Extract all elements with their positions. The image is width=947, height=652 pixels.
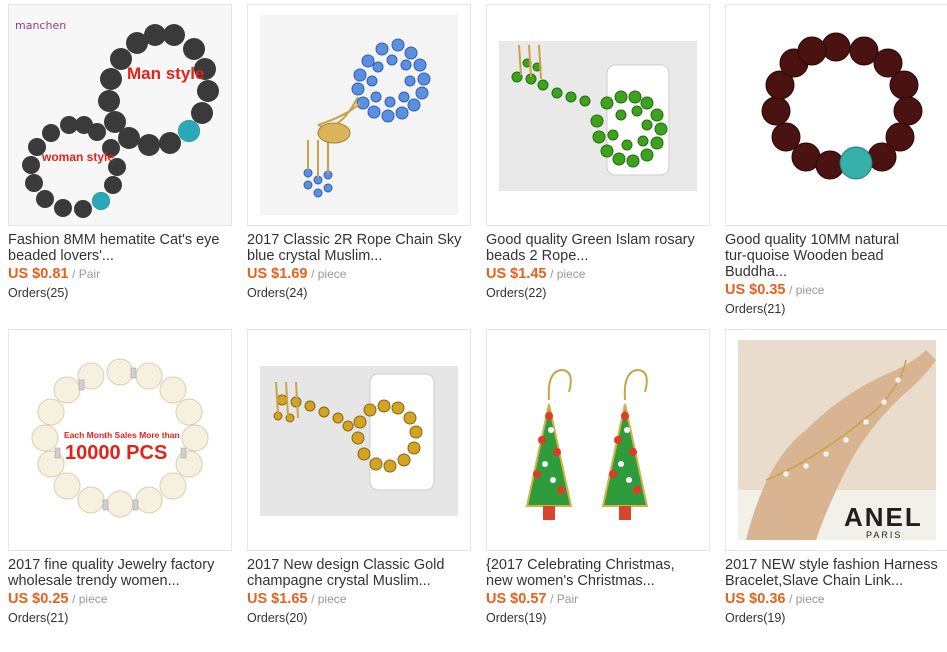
- price: US $1.65: [247, 591, 308, 607]
- orders-count: Orders(20): [247, 611, 308, 625]
- price-row: US $0.25 / piece: [8, 591, 238, 607]
- shop-sign-text: ANEL: [844, 502, 923, 532]
- price-unit: / piece: [789, 283, 825, 297]
- price-unit: / piece: [311, 267, 347, 281]
- product-thumbnail[interactable]: [247, 4, 471, 226]
- price-unit: / piece: [311, 592, 347, 606]
- banner-big-text: 10000 PCS: [65, 442, 168, 464]
- product-image: [499, 41, 697, 191]
- product-thumbnail[interactable]: [725, 4, 947, 226]
- product-title[interactable]: 2017 NEW style fashion Harness Bracelet,S…: [725, 557, 947, 589]
- price: US $0.57: [486, 591, 547, 607]
- product-image: [487, 330, 709, 550]
- price: US $1.45: [486, 266, 547, 282]
- price-row: US $1.69 / piece: [247, 266, 477, 282]
- price-row: US $1.65 / piece: [247, 591, 477, 607]
- price-unit: / piece: [789, 592, 825, 606]
- product-image: [9, 5, 231, 225]
- orders-count: Orders(19): [725, 611, 786, 625]
- product-thumbnail[interactable]: Each Month Sales More than 10000 PCS: [8, 329, 232, 551]
- price: US $0.81: [8, 266, 69, 282]
- product-title[interactable]: Good quality 10MM natural tur-quoise Wood…: [725, 232, 947, 280]
- product-image: [726, 5, 947, 225]
- price-row: US $0.35 / piece: [725, 282, 947, 298]
- product-image: [9, 330, 231, 550]
- shop-sign-subtext: PARIS: [866, 530, 903, 540]
- shop-logo-text: manchen: [15, 19, 67, 32]
- product-title[interactable]: 2017 New design Classic Gold champagne cr…: [247, 557, 477, 589]
- image-label-man: Man style: [127, 64, 205, 83]
- price-row: US $1.45 / piece: [486, 266, 716, 282]
- orders-count: Orders(19): [486, 611, 547, 625]
- product-thumbnail[interactable]: [486, 4, 710, 226]
- product-thumbnail[interactable]: [486, 329, 710, 551]
- product-title[interactable]: {2017 Celebrating Christmas, new women's …: [486, 557, 716, 589]
- price-row: US $0.36 / piece: [725, 591, 947, 607]
- product-title[interactable]: Fashion 8MM hematite Cat's eye beaded lov…: [8, 232, 238, 264]
- product-title[interactable]: 2017 fine quality Jewelry factory wholesa…: [8, 557, 238, 589]
- orders-count: Orders(21): [725, 302, 786, 316]
- product-thumbnail[interactable]: [247, 329, 471, 551]
- price-unit: / Pair: [72, 267, 101, 281]
- orders-count: Orders(24): [247, 286, 308, 300]
- price: US $0.35: [725, 282, 786, 298]
- orders-count: Orders(25): [8, 286, 69, 300]
- product-image: [260, 15, 458, 215]
- product-title[interactable]: Good quality Green Islam rosary beads 2 R…: [486, 232, 716, 264]
- price-row: US $0.57 / Pair: [486, 591, 716, 607]
- product-thumbnail[interactable]: manchen Man style woman style: [8, 4, 232, 226]
- price: US $0.25: [8, 591, 69, 607]
- product-thumbnail[interactable]: ANEL PARIS: [725, 329, 947, 551]
- price-unit: / piece: [72, 592, 108, 606]
- product-image: [260, 366, 458, 516]
- banner-small-text: Each Month Sales More than: [64, 430, 180, 440]
- price: US $1.69: [247, 266, 308, 282]
- product-title[interactable]: 2017 Classic 2R Rope Chain Sky blue cryst…: [247, 232, 477, 264]
- price-unit: / piece: [550, 267, 586, 281]
- price: US $0.36: [725, 591, 786, 607]
- orders-count: Orders(22): [486, 286, 547, 300]
- price-row: US $0.81 / Pair: [8, 266, 238, 282]
- price-unit: / Pair: [550, 592, 579, 606]
- orders-count: Orders(21): [8, 611, 69, 625]
- image-label-woman: woman style: [42, 150, 115, 164]
